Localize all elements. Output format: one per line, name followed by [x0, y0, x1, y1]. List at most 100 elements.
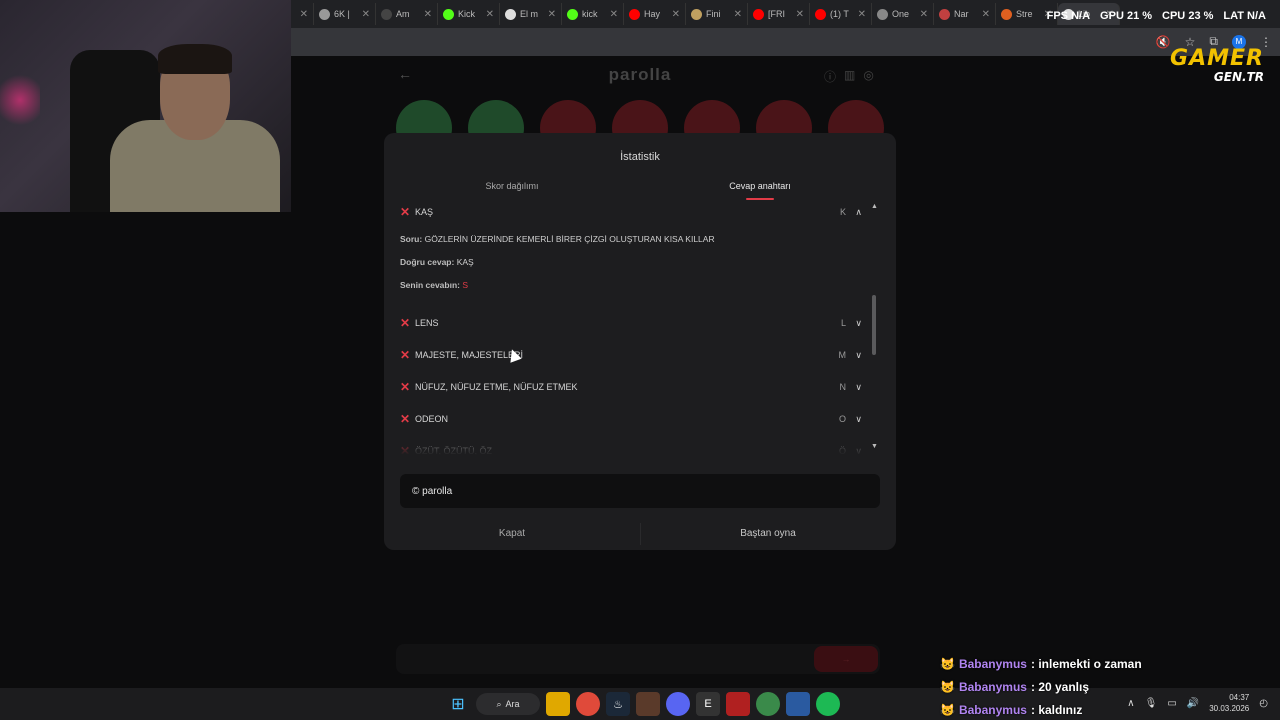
- list-item-word: NÜFUZ, NÜFUZ ETME, NÜFUZ ETMEK: [415, 382, 578, 392]
- chevron-down-icon: ∨: [855, 349, 862, 360]
- user-icon[interactable]: ◎: [863, 68, 873, 85]
- spotify-icon[interactable]: [816, 692, 840, 716]
- list-item-letter: K: [839, 207, 846, 217]
- browser-tab[interactable]: [FRI ✕: [748, 3, 810, 25]
- list-item-letter: Ö: [838, 446, 846, 455]
- fps-value: N/A: [1071, 10, 1091, 22]
- epic-games-icon[interactable]: E: [696, 692, 720, 716]
- browser-tab[interactable]: Nar ✕: [934, 3, 996, 25]
- mic-icon[interactable]: 🎙: [1145, 698, 1158, 709]
- browser-tab[interactable]: 6K | ✕: [314, 3, 376, 25]
- list-item[interactable]: ✕ MAJESTE, MAJESTELERİ M ∨: [400, 346, 862, 364]
- tab-close-icon[interactable]: ✕: [544, 9, 556, 20]
- tab-answer-key[interactable]: Cevap anahtarı: [632, 181, 888, 191]
- tab-favicon-icon: [629, 8, 640, 20]
- your-answer-detail: Senin cevabın: S: [400, 280, 468, 290]
- info-icon[interactable]: ⓘ: [824, 68, 836, 85]
- game-app-icon[interactable]: [636, 692, 660, 716]
- correct-answer-detail: Doğru cevap: KAŞ: [400, 257, 474, 267]
- list-item[interactable]: ✕ ODEON O ∨: [400, 410, 862, 428]
- browser-tab[interactable]: kick ✕: [562, 3, 624, 25]
- chat-emoji: 😺: [940, 656, 955, 671]
- browser-tab[interactable]: Am ✕: [376, 3, 438, 25]
- your-answer: S: [462, 280, 469, 290]
- tab-close-icon[interactable]: ✕: [792, 9, 804, 20]
- clock-date: 30.03.2026: [1209, 704, 1250, 713]
- search-icon: ⌕: [496, 698, 502, 709]
- share-box[interactable]: © parolla: [400, 474, 880, 508]
- list-item[interactable]: ✕ NÜFUZ, NÜFUZ ETME, NÜFUZ ETMEK N ∨: [400, 378, 862, 396]
- browser-tab[interactable]: Kick ✕: [438, 3, 500, 25]
- settings-app-icon[interactable]: [786, 692, 810, 716]
- lat-value: N/A: [1247, 10, 1266, 22]
- network-icon[interactable]: ▭: [1167, 698, 1176, 709]
- restart-button[interactable]: Baştan oyna: [640, 528, 896, 539]
- chat-username: Babanymus: [958, 656, 1027, 671]
- question-text: GÖZLERİN ÜZERİNDE KEMERLİ BİRER ÇİZGİ OL…: [424, 234, 715, 244]
- browser-tab[interactable]: (1) T ✕: [810, 3, 872, 25]
- scrollbar-thumb[interactable]: [872, 295, 876, 355]
- browser-tab[interactable]: Hay ✕: [624, 3, 686, 25]
- taskbar-search[interactable]: ⌕ Ara: [476, 693, 540, 715]
- windows-start-icon[interactable]: ⊞: [446, 692, 470, 716]
- tab-close-icon[interactable]: ✕: [668, 9, 680, 20]
- tab-close-icon[interactable]: ✕: [916, 9, 928, 20]
- tab-label: Stre: [1016, 9, 1033, 19]
- discord-icon[interactable]: [666, 692, 690, 716]
- wrong-icon: ✕: [400, 380, 411, 394]
- tab-close-icon[interactable]: ✕: [296, 9, 308, 20]
- cam-light: [0, 70, 40, 130]
- notification-icon[interactable]: ◴: [1259, 698, 1268, 709]
- tab-score-distribution[interactable]: Skor dağılımı: [384, 181, 640, 191]
- chrome-icon[interactable]: [576, 692, 600, 716]
- chat-message: 😺 Babanymus: 20 yanlış: [940, 675, 1142, 698]
- chat-message: 😺 Babanymus: kaldınız: [940, 698, 1142, 720]
- browser-tab[interactable]: Fini ✕: [686, 3, 748, 25]
- close-button[interactable]: Kapat: [384, 528, 640, 539]
- tab-close-icon[interactable]: ✕: [606, 9, 618, 20]
- tab-close-icon[interactable]: ✕: [358, 9, 370, 20]
- chevron-down-icon: ∨: [855, 445, 862, 456]
- question-label: Soru:: [400, 234, 423, 244]
- clock[interactable]: 04:37 30.03.2026: [1209, 692, 1249, 714]
- tab-close-icon[interactable]: ✕: [978, 9, 990, 20]
- chat-text: : inlemekti o zaman: [1030, 656, 1142, 671]
- file-explorer-icon[interactable]: [546, 692, 570, 716]
- chevron-down-icon: ∨: [855, 317, 862, 328]
- tab-favicon-icon: [691, 8, 702, 20]
- steam-icon[interactable]: ♨: [606, 692, 630, 716]
- tab-label: Nar: [954, 9, 969, 19]
- list-item[interactable]: ✕ ÖZÜT, ÖZÜTÜ, ÖZ Ö ∨: [400, 442, 862, 455]
- mute-icon[interactable]: 🔇: [1156, 35, 1171, 49]
- chrome-active-icon[interactable]: [756, 692, 780, 716]
- list-item[interactable]: ✕ LENS L ∨: [400, 314, 862, 332]
- tab-close-icon[interactable]: ✕: [420, 9, 432, 20]
- volume-icon[interactable]: 🔊: [1187, 698, 1199, 709]
- answer-submit-button[interactable]: →: [814, 646, 878, 672]
- tab-favicon-icon: [753, 8, 764, 20]
- list-item-word: MAJESTE, MAJESTELERİ: [415, 350, 524, 360]
- media-app-icon[interactable]: [726, 692, 750, 716]
- list-item-letter: M: [838, 350, 847, 360]
- gpu-value: 21 %: [1126, 10, 1153, 22]
- tab-label: kick: [582, 9, 598, 19]
- browser-tab[interactable]: One ✕: [872, 3, 934, 25]
- scroll-up-arrow-icon[interactable]: ▲: [871, 203, 878, 210]
- tab-close-icon[interactable]: ✕: [482, 9, 494, 20]
- question-detail: Soru: GÖZLERİN ÜZERİNDE KEMERLİ BİRER Çİ…: [400, 234, 715, 244]
- browser-tab[interactable]: El m ✕: [500, 3, 562, 25]
- chat-username: Babanymus: [958, 679, 1027, 694]
- tab-close-icon[interactable]: ✕: [854, 9, 866, 20]
- scroll-down-arrow-icon[interactable]: ▼: [871, 443, 878, 450]
- answer-input[interactable]: [396, 644, 880, 674]
- list-item-expanded[interactable]: ✕ KAŞ K ∧: [400, 203, 862, 221]
- chat-text: : 20 yanlış: [1030, 679, 1090, 694]
- chevron-down-icon: ∨: [855, 381, 862, 392]
- tab-favicon-icon: [443, 8, 454, 20]
- stats-icon[interactable]: ▥: [844, 68, 855, 85]
- modal-title: İstatistik: [620, 151, 660, 163]
- tab-close-icon[interactable]: ✕: [730, 9, 742, 20]
- correct-label: Doğru cevap:: [400, 257, 455, 267]
- cam-person-hair: [158, 44, 232, 74]
- scrollbar[interactable]: ▲ ▼: [871, 203, 878, 453]
